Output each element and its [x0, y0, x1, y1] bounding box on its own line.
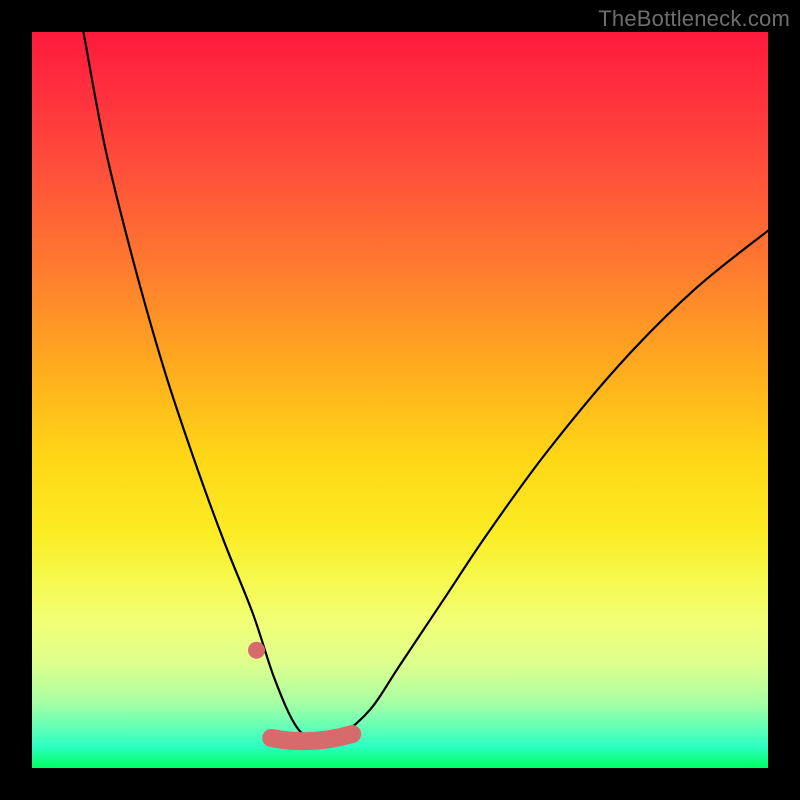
marker-band [271, 734, 352, 741]
bottleneck-curve [84, 32, 769, 742]
outer-frame: TheBottleneck.com [0, 0, 800, 800]
watermark-text: TheBottleneck.com [598, 6, 790, 32]
chart-svg [32, 32, 768, 768]
chart-gradient-area [32, 32, 768, 768]
marker-stray-dot [248, 642, 265, 659]
